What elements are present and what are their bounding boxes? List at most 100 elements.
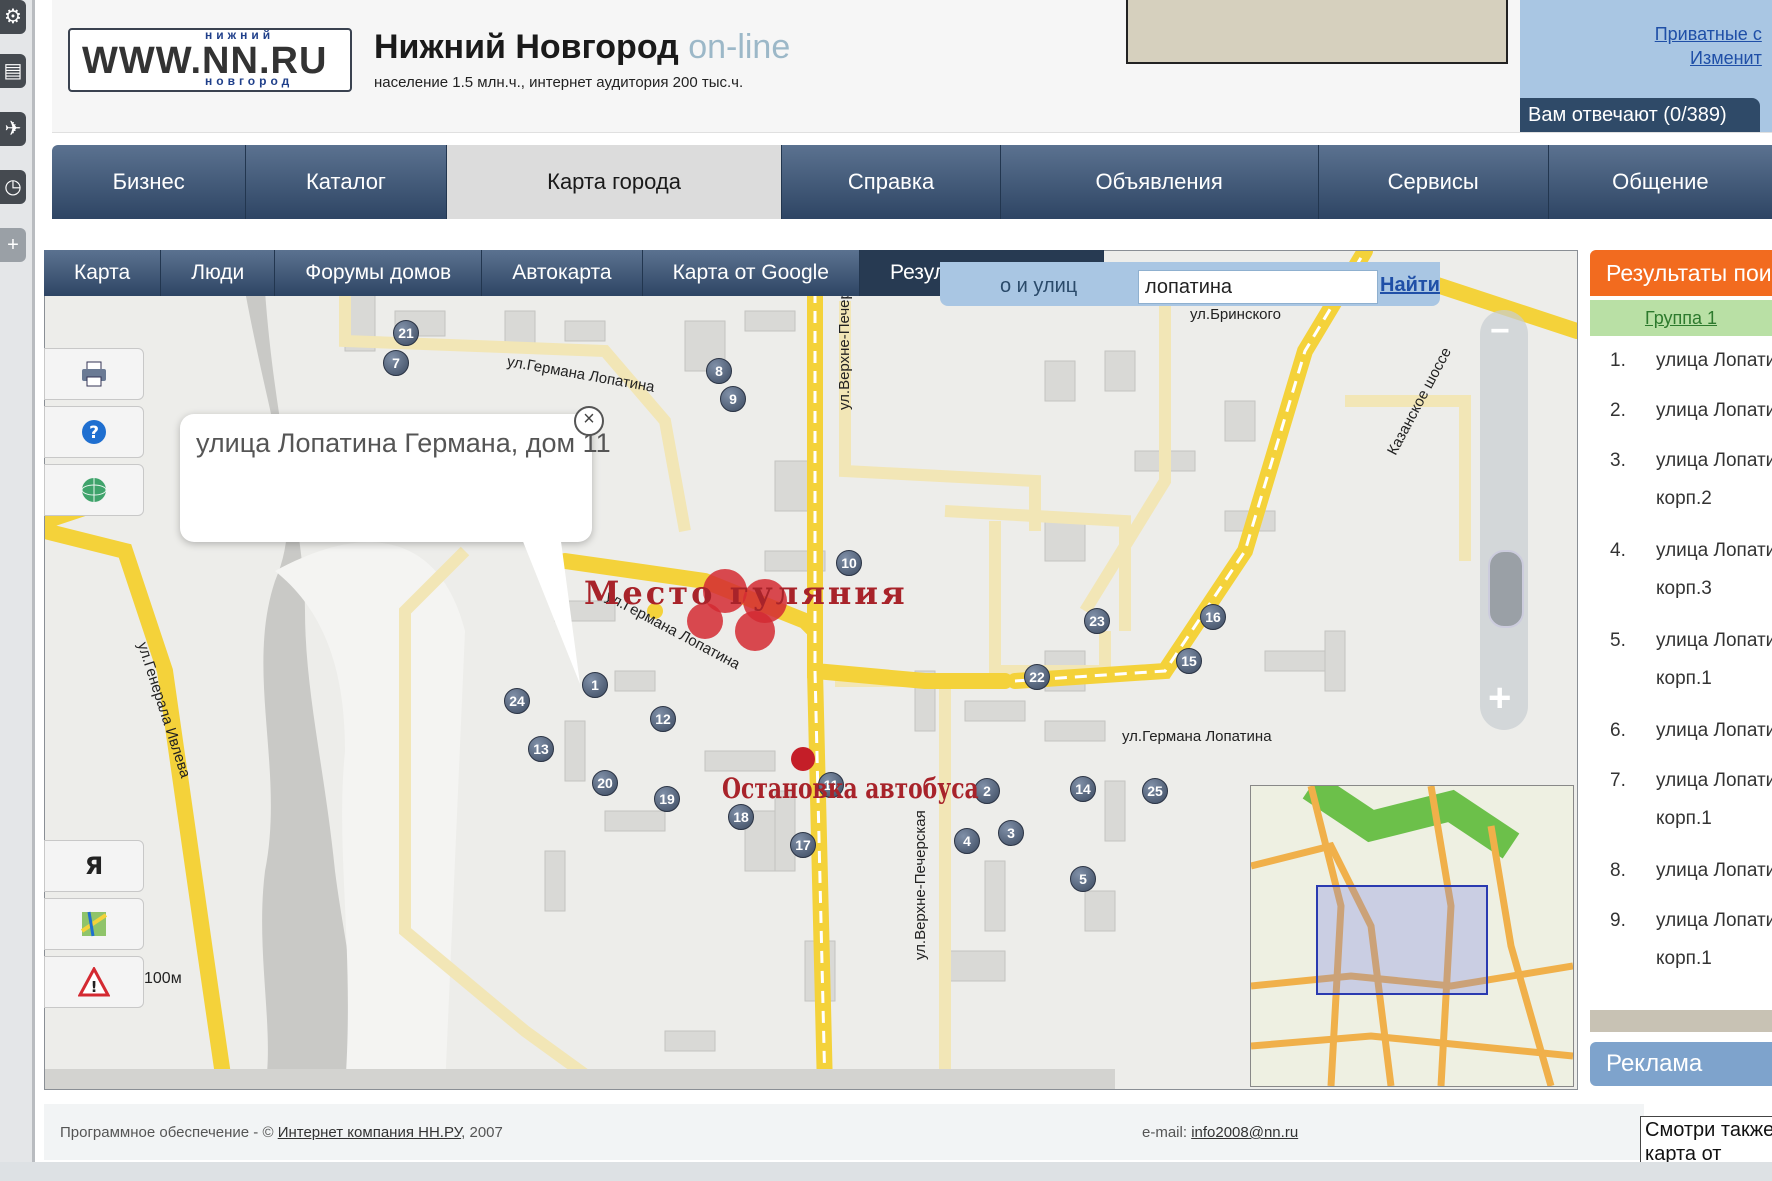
map-layers-button[interactable] — [44, 898, 144, 950]
result-item[interactable]: 7. улица Лопатин корп.1 — [1590, 770, 1772, 860]
result-item[interactable]: 9. улица Лопатин корп.1 — [1590, 910, 1772, 1000]
footer-email-label: e-mail: — [1142, 1124, 1188, 1141]
see-also-box[interactable]: Смотри также: карта от — [1640, 1116, 1772, 1166]
banner-ad[interactable] — [1126, 0, 1508, 64]
print-button[interactable] — [44, 348, 144, 400]
tab-people[interactable]: Люди — [161, 250, 276, 296]
nav-catalog[interactable]: Каталог — [246, 145, 447, 219]
map-marker[interactable]: 8 — [706, 358, 732, 384]
zoom-slider[interactable] — [1480, 310, 1528, 730]
map-marker[interactable]: 22 — [1024, 664, 1050, 690]
footer-company-link[interactable]: Интернет компания НН.РУ — [278, 1124, 461, 1141]
footer-software-text: Программное обеспечение - © — [60, 1124, 274, 1141]
result-item[interactable]: 8. улица Лопатин — [1590, 860, 1772, 910]
map-marker[interactable]: 21 — [393, 320, 419, 346]
map-marker[interactable]: 7 — [383, 350, 409, 376]
svg-text:!: ! — [91, 978, 98, 996]
map-marker[interactable]: 10 — [836, 550, 862, 576]
clock-icon[interactable]: ◷ — [0, 170, 26, 204]
minimap-canvas — [1251, 786, 1573, 1086]
map-marker[interactable]: 24 — [504, 688, 530, 714]
site-title: Нижний Новгород on-line — [374, 28, 790, 67]
result-text[interactable]: улица Лопатин — [1656, 540, 1772, 562]
globe-button[interactable] — [44, 464, 144, 516]
result-item[interactable]: 6. улица Лопатин — [1590, 720, 1772, 770]
satellite-icon[interactable]: ✈ — [0, 112, 26, 146]
map-marker[interactable]: 17 — [790, 832, 816, 858]
result-item[interactable]: 2. улица Лопатин — [1590, 400, 1772, 450]
ad-section-header: Реклама — [1590, 1042, 1772, 1086]
windows-icon[interactable]: ▤ — [0, 54, 26, 88]
yandex-button[interactable]: Я — [44, 840, 144, 892]
results-group-link[interactable]: Группа 1 — [1590, 300, 1772, 336]
result-item[interactable]: 3. улица Лопатин корп.2 — [1590, 450, 1772, 540]
map-marker[interactable]: 19 — [654, 786, 680, 812]
result-number: 1. — [1610, 350, 1626, 371]
nav-services[interactable]: Сервисы — [1319, 145, 1549, 219]
map-marker[interactable]: 25 — [1142, 778, 1168, 804]
site-subtitle: население 1.5 млн.ч., интернет аудитория… — [374, 74, 744, 91]
tab-map[interactable]: Карта — [44, 250, 162, 296]
map-marker[interactable]: 5 — [1070, 866, 1096, 892]
results-list: 1. улица Лопатин 2. улица Лопатин 3. улица … — [1590, 350, 1772, 1010]
search-input[interactable] — [1138, 270, 1378, 304]
map-marker[interactable]: 15 — [1176, 648, 1202, 674]
add-icon[interactable]: + — [0, 228, 26, 262]
results-scrollbar[interactable] — [1590, 1010, 1772, 1032]
nav-community[interactable]: Общение — [1549, 145, 1772, 219]
result-subtext: корп.2 — [1656, 488, 1712, 509]
map-marker[interactable]: 13 — [528, 736, 554, 762]
river-shape — [245, 291, 354, 1089]
globe-icon — [81, 478, 107, 502]
result-number: 4. — [1610, 540, 1626, 561]
result-text[interactable]: улица Лопатин — [1656, 860, 1772, 882]
bus-stop-label: Остановка автобуса — [722, 772, 979, 805]
map-marker[interactable]: 18 — [728, 804, 754, 830]
nav-city-map[interactable]: Карта города — [446, 145, 783, 219]
result-number: 3. — [1610, 450, 1626, 471]
result-item[interactable]: 4. улица Лопатин корп.3 — [1590, 540, 1772, 630]
map-marker[interactable]: 20 — [592, 770, 618, 796]
search-button[interactable]: Найти — [1380, 274, 1440, 297]
result-item[interactable]: 1. улица Лопатин — [1590, 350, 1772, 400]
map-marker[interactable]: 9 — [720, 386, 746, 412]
zoom-out-icon[interactable]: − — [1490, 312, 1510, 351]
result-item[interactable]: 5. улица Лопатин корп.1 — [1590, 630, 1772, 720]
close-icon[interactable]: × — [574, 406, 604, 436]
nav-ads[interactable]: Объявления — [1001, 145, 1319, 219]
result-text[interactable]: улица Лопатин — [1656, 630, 1772, 652]
map-marker[interactable]: 14 — [1070, 776, 1096, 802]
map-marker[interactable]: 16 — [1200, 604, 1226, 630]
search-label: о и улиц — [1000, 275, 1078, 297]
results-header: Результаты пои — [1590, 250, 1772, 296]
map-marker[interactable]: 12 — [650, 706, 676, 732]
site-logo[interactable]: нижний WWW.NN.RU новгород — [68, 28, 352, 92]
map-marker[interactable]: 4 — [954, 828, 980, 854]
zoom-thumb[interactable] — [1488, 550, 1524, 628]
answering-status[interactable]: Вам отвечают (0/389) — [1520, 98, 1760, 132]
change-link[interactable]: Изменит — [1650, 46, 1762, 70]
result-text[interactable]: улица Лопатин — [1656, 400, 1772, 422]
result-text[interactable]: улица Лопатин — [1656, 450, 1772, 472]
nav-help[interactable]: Справка — [782, 145, 1001, 219]
gear-icon[interactable]: ⚙ — [0, 0, 26, 34]
nav-business[interactable]: Бизнес — [52, 145, 247, 219]
overview-minimap[interactable] — [1250, 785, 1574, 1087]
result-text[interactable]: улица Лопатин — [1656, 770, 1772, 792]
celebration-place-label: Место гуляния — [584, 574, 908, 612]
zoom-in-icon[interactable]: + — [1488, 676, 1511, 721]
report-button[interactable]: ! — [44, 956, 144, 1008]
footer-email-link[interactable]: info2008@nn.ru — [1191, 1124, 1298, 1141]
result-text[interactable]: улица Лопатин — [1656, 910, 1772, 932]
logo-bottom-text: новгород — [205, 74, 294, 88]
map-marker[interactable]: 3 — [998, 820, 1024, 846]
tab-house-forums[interactable]: Форумы домов — [275, 250, 483, 296]
private-link[interactable]: Приватные с — [1650, 22, 1762, 46]
tab-google-map[interactable]: Карта от Google — [643, 250, 860, 296]
result-number: 2. — [1610, 400, 1626, 421]
map-marker[interactable]: 23 — [1084, 608, 1110, 634]
help-button[interactable]: ? — [44, 406, 144, 458]
tab-automap[interactable]: Автокарта — [482, 250, 643, 296]
result-text[interactable]: улица Лопатин — [1656, 350, 1772, 372]
result-text[interactable]: улица Лопатин — [1656, 720, 1772, 742]
